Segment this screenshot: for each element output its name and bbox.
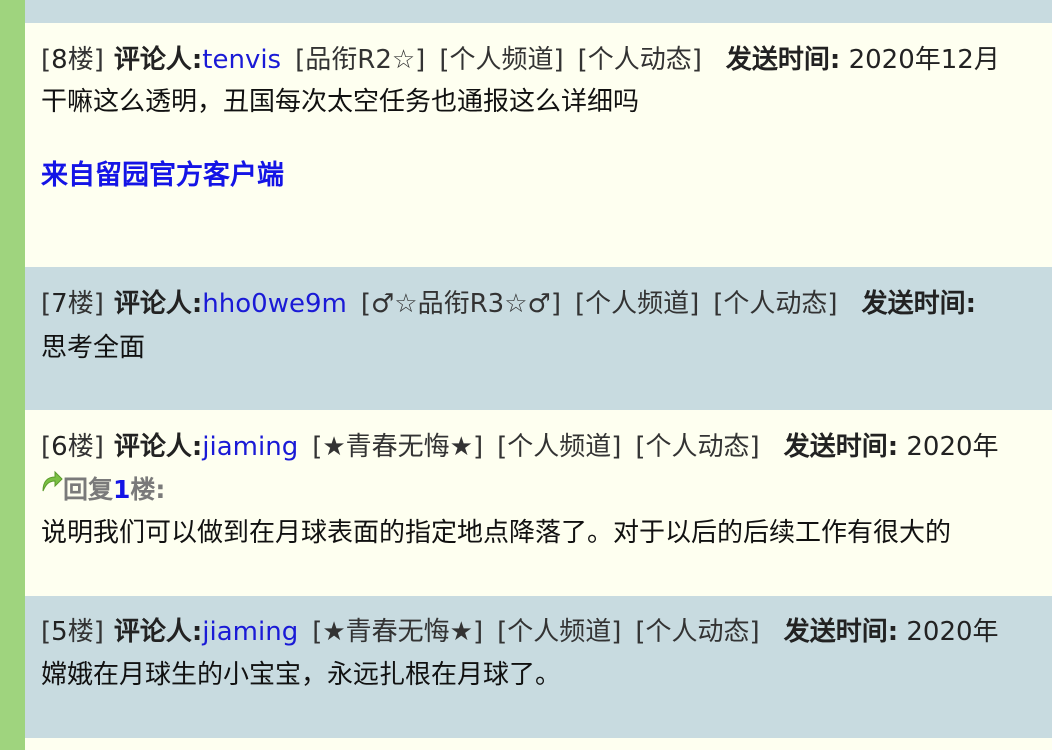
personal-activity-link[interactable]: [个人动态]: [578, 45, 702, 75]
comment-body: 说明我们可以做到在月球表面的指定地点降落了。对于以后的后续工作有很大的: [41, 518, 952, 548]
commenter-label: 评论人:: [113, 617, 203, 647]
personal-channel-link[interactable]: [个人频道]: [497, 617, 621, 647]
reply-suffix: 楼:: [130, 475, 166, 504]
send-time-value: 2020年12月: [848, 45, 1000, 75]
comment-post-8: [8楼] 评论人:tenvis [品衔R2☆] [个人频道] [个人动态] 发送时间: 2…: [25, 23, 1052, 267]
user-rank: [♂☆品衔R3☆♂]: [360, 289, 561, 319]
username-link[interactable]: tenvis: [202, 45, 281, 75]
personal-activity-link[interactable]: [个人动态]: [713, 289, 837, 319]
comment-post-7: [7楼] 评论人:hho0we9m [♂☆品衔R3☆♂] [个人频道] [个人动态] 发送…: [25, 267, 1052, 410]
user-rank: [★青春无悔★]: [312, 617, 484, 647]
send-time-label: 发送时间:: [725, 45, 841, 75]
personal-channel-link[interactable]: [个人频道]: [439, 45, 563, 75]
username-link[interactable]: jiaming: [202, 617, 298, 647]
send-time-label: 发送时间:: [783, 432, 899, 462]
reply-prefix: 回复: [63, 475, 114, 504]
send-time-label: 发送时间:: [783, 617, 899, 647]
reply-reference[interactable]: 回复1楼:: [39, 470, 166, 507]
reply-floor-number: 1: [113, 475, 131, 504]
floor-number: 5: [51, 617, 68, 647]
floor-suffix: 楼: [67, 289, 94, 319]
send-time-value: 2020年: [906, 432, 999, 462]
comment-header: [6楼] 评论人:jiaming [★青春无悔★] [个人频道] [个人动态] 发送时间:…: [41, 432, 999, 462]
comment-body: 干嘛这么透明，丑国每次太空任务也通报这么详细吗: [41, 87, 640, 117]
username-link[interactable]: jiaming: [202, 432, 298, 462]
commenter-label: 评论人:: [113, 289, 203, 319]
comment-body: 嫦娥在月球生的小宝宝，永远扎根在月球了。: [41, 660, 562, 690]
personal-activity-link[interactable]: [个人动态]: [635, 432, 759, 462]
comment-header: [7楼] 评论人:hho0we9m [♂☆品衔R3☆♂] [个人频道] [个人动态] 发送…: [41, 289, 976, 319]
floor-number: 8: [51, 45, 68, 75]
comment-list: [8楼] 评论人:tenvis [品衔R2☆] [个人频道] [个人动态] 发送时间: 2…: [25, 0, 1052, 750]
reply-arrow-icon: [39, 469, 63, 495]
send-time-label: 发送时间:: [861, 289, 976, 319]
comment-post-5: [5楼] 评论人:jiaming [★青春无悔★] [个人频道] [个人动态] 发送时间:…: [25, 596, 1052, 738]
comment-post-6: [6楼] 评论人:jiaming [★青春无悔★] [个人频道] [个人动态] 发送时间:…: [25, 410, 1052, 596]
personal-channel-link[interactable]: [个人频道]: [575, 289, 699, 319]
floor-suffix: 楼: [67, 432, 94, 462]
official-client-link[interactable]: 来自留园官方客户端: [41, 159, 284, 193]
user-rank: [★青春无悔★]: [312, 432, 484, 462]
commenter-label: 评论人:: [113, 432, 203, 462]
floor-suffix: 楼: [67, 45, 94, 75]
floor-number: 7: [51, 289, 68, 319]
comment-header: [5楼] 评论人:jiaming [★青春无悔★] [个人频道] [个人动态] 发送时间:…: [41, 617, 999, 647]
username-link[interactable]: hho0we9m: [202, 289, 347, 319]
personal-activity-link[interactable]: [个人动态]: [635, 617, 759, 647]
comment-header: [8楼] 评论人:tenvis [品衔R2☆] [个人频道] [个人动态] 发送时间: 2…: [41, 45, 1000, 75]
send-time-value: 2020年: [906, 617, 999, 647]
floor-number: 6: [51, 432, 68, 462]
comment-body: 思考全面: [41, 333, 146, 363]
floor-suffix: 楼: [67, 617, 94, 647]
user-rank: [品衔R2☆]: [295, 45, 426, 75]
commenter-label: 评论人:: [113, 45, 203, 75]
personal-channel-link[interactable]: [个人频道]: [497, 432, 621, 462]
comment-post-next: [25, 738, 1052, 750]
